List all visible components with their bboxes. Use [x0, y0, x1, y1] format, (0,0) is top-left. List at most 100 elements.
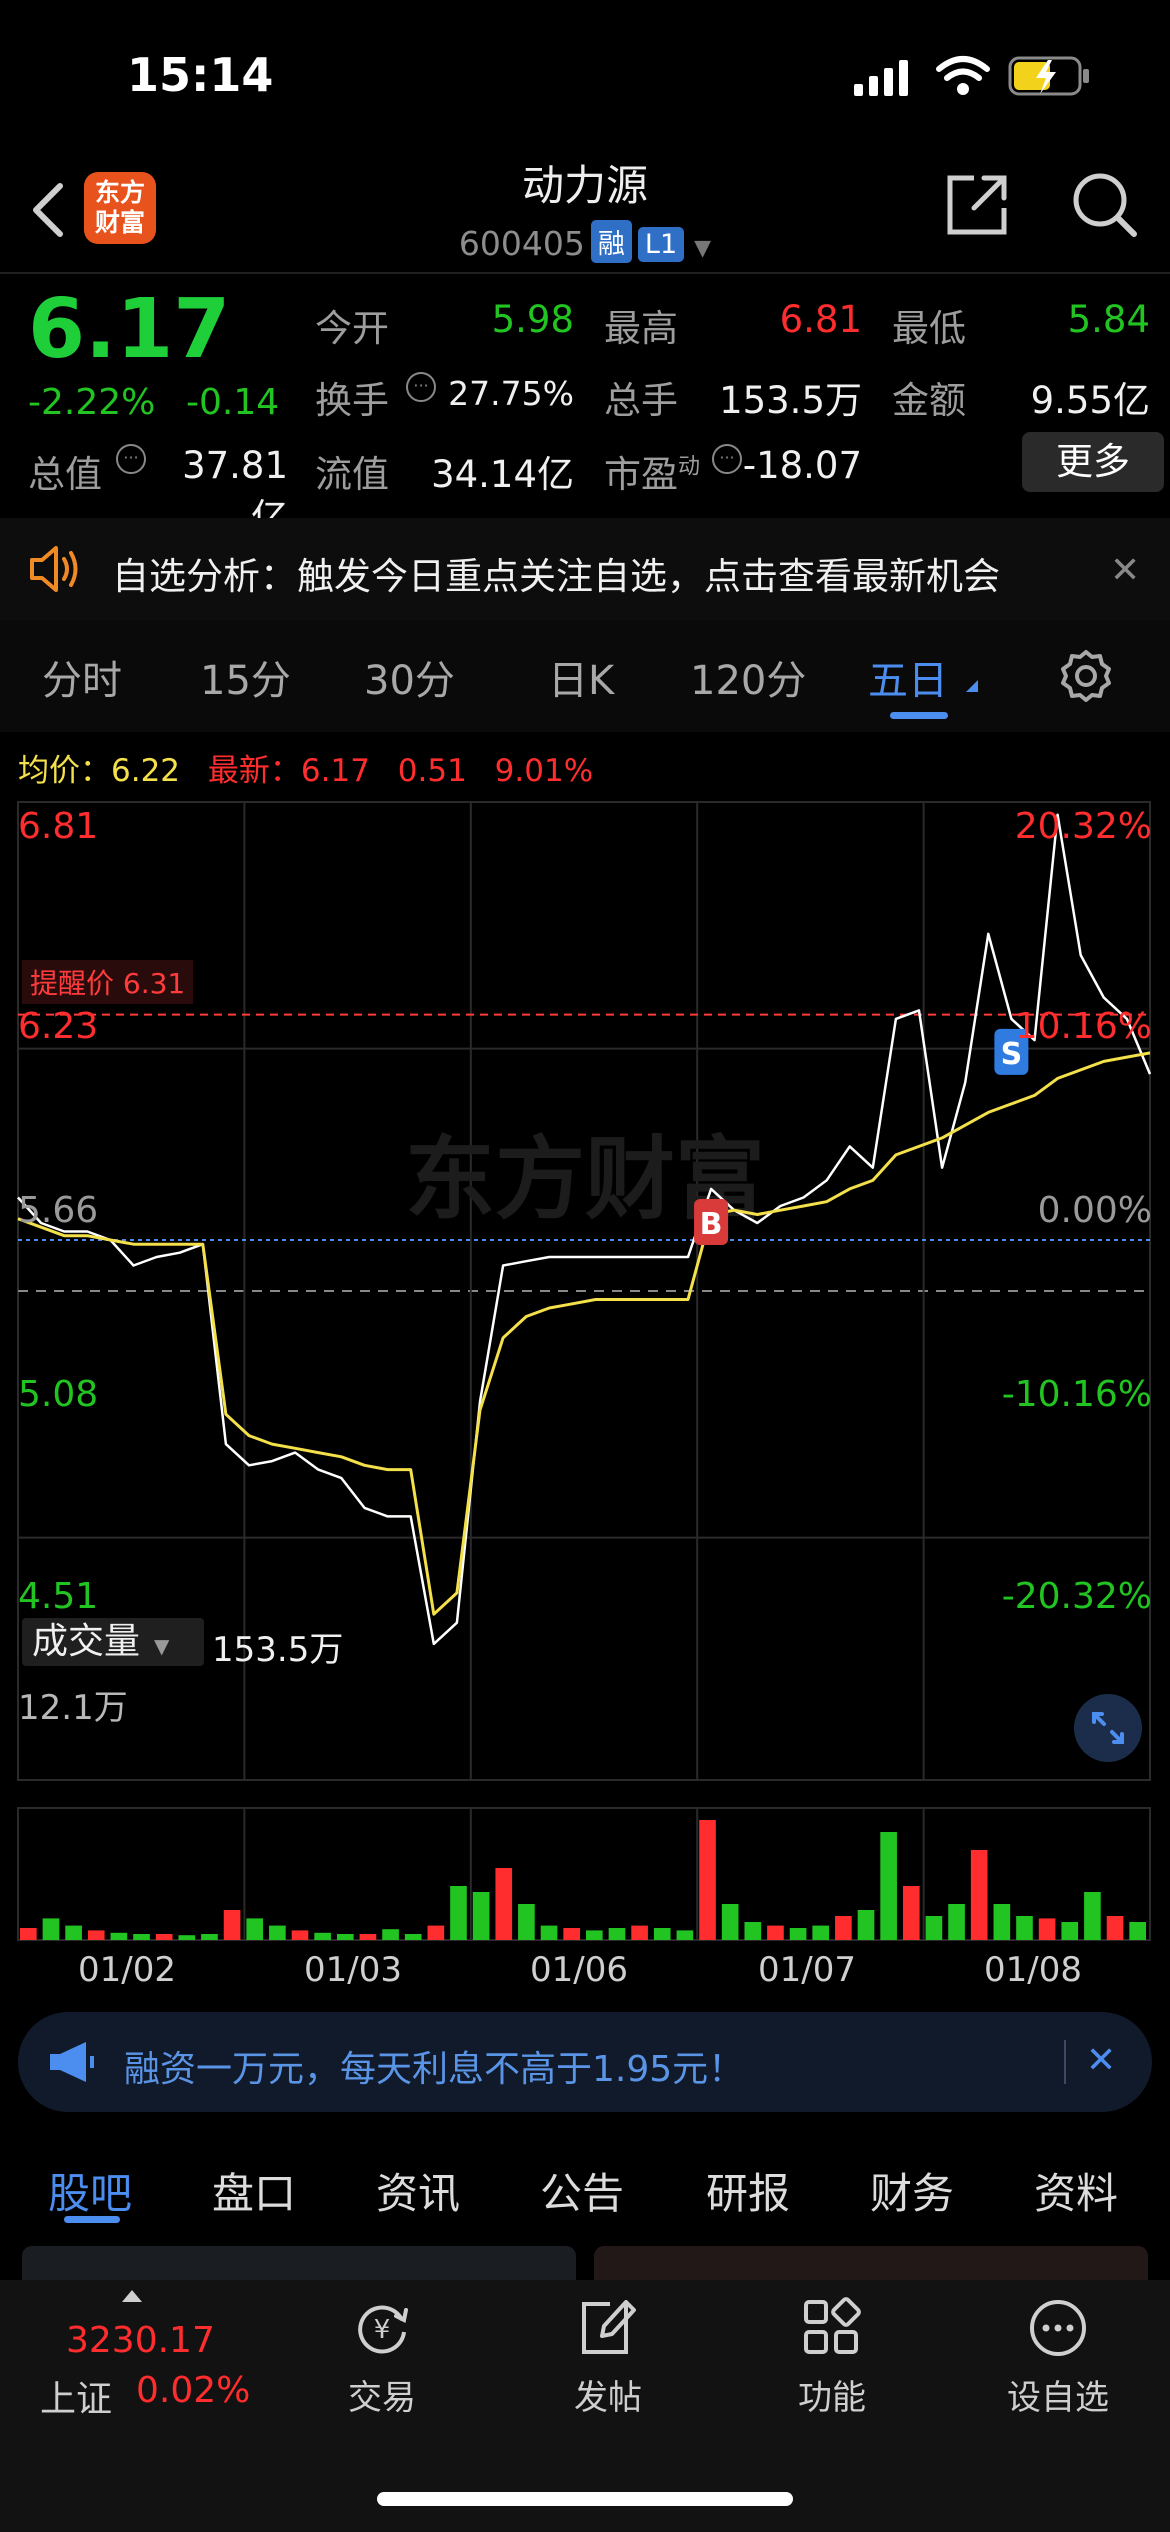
pe-value: -18.07	[742, 444, 862, 487]
search-icon[interactable]	[1070, 170, 1140, 244]
y-right-tick: 0.00%	[1037, 1190, 1152, 1231]
nav-trade[interactable]: 交易	[302, 2370, 462, 2419]
volume-bar	[450, 1886, 467, 1940]
alert-text[interactable]: 自选分析：触发今日重点关注自选，点击查看最新机会	[112, 546, 1000, 600]
volume-bar	[20, 1928, 37, 1940]
volume-bar	[970, 1850, 988, 1940]
close-icon[interactable]: ✕	[1086, 2040, 1116, 2081]
tab-five-day[interactable]: 五日	[868, 648, 948, 706]
volume-bar	[540, 1925, 558, 1940]
y-left-tick: 4.51	[18, 1576, 99, 1617]
volume-bar	[359, 1934, 377, 1940]
x-tick-label: 01/07	[758, 1950, 856, 1990]
info-circle-icon[interactable]: ···	[712, 444, 742, 474]
tab-120min[interactable]: 120分	[690, 648, 806, 706]
tab-30min[interactable]: 30分	[364, 648, 455, 706]
x-tick-label: 01/08	[984, 1950, 1082, 1990]
volume-bar	[472, 1892, 490, 1940]
high-value: 6.81	[779, 298, 862, 341]
high-label: 最高	[604, 307, 678, 350]
low-value: 5.84	[1067, 298, 1150, 341]
ad-text[interactable]: 融资一万元，每天利息不高于1.95元！	[124, 2040, 744, 2092]
volume-bar	[1084, 1892, 1101, 1940]
margin-tag: 融	[590, 220, 632, 263]
volume-bar	[1016, 1916, 1033, 1940]
volume-bar	[699, 1820, 716, 1940]
tab-research[interactable]: 研报	[706, 2160, 790, 2221]
index-change: 0.02%	[136, 2370, 251, 2411]
y-right-tick: 10.16%	[1014, 1006, 1152, 1047]
x-tick-label: 01/02	[78, 1950, 176, 1990]
volume-bar	[857, 1910, 875, 1940]
volume-selector[interactable]: 成交量 ▼	[22, 1618, 204, 1666]
tab-news[interactable]: 资讯	[376, 2160, 460, 2221]
low-label: 最低	[892, 307, 966, 350]
function-grid-icon[interactable]	[800, 2296, 864, 2364]
volume-bar	[631, 1925, 648, 1940]
tab-finance[interactable]: 财务	[870, 2160, 954, 2221]
edit-icon[interactable]	[576, 2296, 640, 2364]
more-button[interactable]: 更多	[1022, 432, 1164, 492]
info-circle-icon[interactable]: ···	[406, 372, 436, 402]
alert-price-label[interactable]: 提醒价 6.31	[22, 960, 194, 1004]
turnover-label: 换手	[315, 379, 389, 422]
close-icon[interactable]: ✕	[1110, 550, 1140, 591]
x-tick-label: 01/06	[530, 1950, 628, 1990]
tab-guba[interactable]: 股吧	[48, 2160, 132, 2221]
change-percent: -2.22%	[28, 382, 156, 423]
volume-bar	[291, 1930, 309, 1940]
y-left-tick: 6.23	[18, 1006, 99, 1047]
nav-add-watchlist[interactable]: 设自选	[978, 2370, 1138, 2419]
amount-label: 金额	[892, 379, 966, 422]
level-tag: L1	[637, 227, 685, 262]
volume-bar	[586, 1930, 603, 1940]
trade-icon[interactable]: ¥	[350, 2296, 414, 2364]
volume-bar	[925, 1916, 943, 1940]
tab-announcements[interactable]: 公告	[540, 2160, 624, 2221]
svg-text:B: B	[700, 1207, 723, 1242]
volume-bar	[65, 1925, 82, 1940]
info-circle-icon[interactable]: ···	[116, 444, 146, 474]
volume-bar	[676, 1930, 694, 1940]
volume-bar	[382, 1929, 399, 1940]
volume-bar	[110, 1932, 128, 1940]
volume-max-label: 12.1万	[18, 1688, 128, 1728]
volume-bar	[518, 1904, 535, 1940]
megaphone-icon	[46, 2040, 96, 2088]
volume-bar	[133, 1934, 150, 1940]
volume-bar	[201, 1934, 218, 1940]
share-icon[interactable]	[944, 172, 1010, 242]
tab-profile[interactable]: 资料	[1034, 2160, 1118, 2221]
volume-bar	[1038, 1918, 1056, 1940]
nav-function[interactable]: 功能	[752, 2370, 912, 2419]
tab-intraday[interactable]: 分时	[42, 648, 122, 706]
volume-bar	[495, 1868, 513, 1940]
more-circle-icon[interactable]	[1026, 2296, 1090, 2364]
volume-bar	[87, 1930, 105, 1940]
y-left-tick: 6.81	[18, 806, 99, 847]
volume-bar	[767, 1925, 784, 1940]
buy-marker: B	[694, 1198, 729, 1245]
volume-bar	[404, 1934, 422, 1940]
svg-text:¥: ¥	[374, 2315, 391, 2345]
speaker-icon	[26, 544, 84, 598]
gear-icon[interactable]	[1058, 648, 1114, 708]
volume-bar	[993, 1904, 1011, 1940]
pe-sup: 动	[678, 454, 701, 480]
turnover-value: 27.75%	[448, 374, 574, 413]
volume-bar	[178, 1935, 196, 1940]
tab-15min[interactable]: 15分	[200, 648, 291, 706]
wifi-icon	[935, 55, 991, 101]
tab-order-book[interactable]: 盘口	[212, 2160, 296, 2221]
x-tick-label: 01/03	[304, 1950, 402, 1990]
expand-icon[interactable]	[1074, 1694, 1142, 1762]
open-value: 5.98	[491, 298, 574, 341]
active-tab-indicator	[64, 2216, 120, 2223]
divider	[1064, 2040, 1066, 2084]
home-indicator	[377, 2492, 793, 2506]
tab-daily-k[interactable]: 日K	[548, 648, 614, 706]
float-cap-label: 流值	[315, 453, 389, 496]
index-value[interactable]: 3230.17	[66, 2320, 215, 2361]
nav-post[interactable]: 发帖	[528, 2370, 688, 2419]
battery-icon	[1008, 54, 1092, 102]
